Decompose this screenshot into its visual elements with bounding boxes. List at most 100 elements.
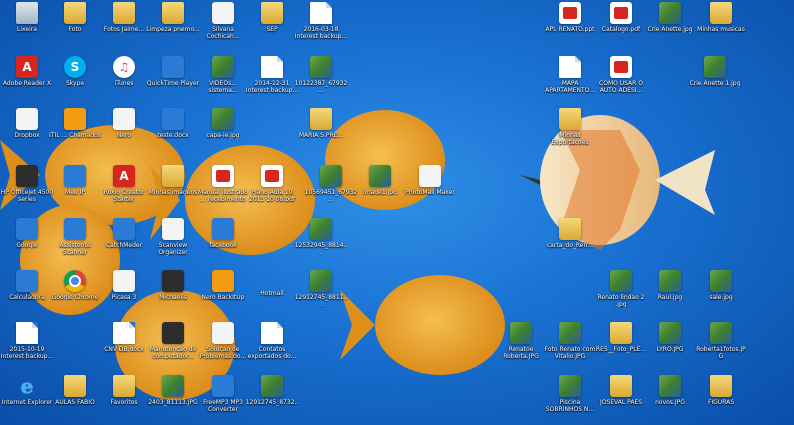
desktop-icon-aulas-fabio[interactable]: AULAS FABIO — [50, 375, 100, 406]
desktop-icon-catalogo[interactable]: Catalogo.pdf — [596, 2, 646, 33]
desktop-icon-capa[interactable]: capa-ie.jpg — [198, 108, 248, 139]
desktop-icon-josival[interactable]: JOSEVAL PAES — [596, 375, 646, 406]
desktop-icon-novos[interactable]: novos.JPG — [645, 375, 695, 406]
desktop-icon-renato-2[interactable]: Renato lindao 2 .jpg — [596, 270, 646, 308]
desktop-icon-michaelis[interactable]: Michaelis — [148, 270, 198, 301]
desktop-icon-piscina[interactable]: Piscina SOBRINHOS N... — [545, 375, 595, 413]
desktop-icon-quicktime[interactable]: QuickTime Player — [146, 56, 200, 87]
desktop-icon-figuras[interactable]: FIGURAS — [696, 375, 746, 406]
desktop-icon-freemp3[interactable]: FreeMP3 MP3 Converter — [198, 375, 248, 413]
desktop-icon-lixeira[interactable]: Lixeira — [2, 2, 52, 33]
desktop-icon-scanview[interactable]: Scanview Organizer — [148, 218, 198, 256]
desktop-icon-lyro[interactable]: LYRO.JPG — [645, 322, 695, 353]
desktop-icon-label: Assistente Scanner — [59, 242, 91, 256]
network-icon — [64, 165, 86, 187]
desktop-icon-label: 12912745_8811... — [294, 294, 348, 308]
desktop-icon-minhas-exporta[interactable]: Minhas Exportacoes — [545, 108, 595, 146]
image-icon — [310, 270, 332, 292]
folder-icon — [710, 375, 732, 397]
desktop-icon-fotos-jaime[interactable]: Fotos Jaime... — [99, 2, 149, 33]
desktop-icon-nero[interactable]: Nero — [99, 108, 149, 139]
desktop-icon-image1[interactable]: image1.jpg — [355, 165, 405, 196]
desktop-icon-label: VIDEOs... sistema... — [208, 80, 238, 94]
image-icon — [162, 375, 184, 397]
desktop-icon-label: 10569451_67932... — [304, 189, 358, 203]
folder-icon — [64, 2, 86, 24]
desktop-icon-img-2403[interactable]: 2403_81113.JPG — [148, 375, 198, 406]
desktop-icon-catchmeder[interactable]: CatchMeder — [99, 218, 149, 249]
desktop-icon-solucao[interactable]: Solucao de Problemas do... — [198, 322, 248, 360]
desktop-icon-label: CatchMeder — [105, 242, 143, 249]
desktop-icon-skype[interactable]: S Skype — [50, 56, 100, 87]
desktop-icon-word[interactable]: teste.docx — [148, 108, 198, 139]
desktop-icon-foto-renato[interactable]: Foto Renato com Vitalio.JPG — [545, 322, 595, 360]
desktop-icon-img-1022[interactable]: 10122387_67932... — [295, 56, 347, 94]
image-icon — [659, 270, 681, 292]
desktop-icon-plano[interactable]: Plano Aula 10 2013 10 08.pdf — [247, 165, 297, 203]
desktop-icon-itunes[interactable]: ♫ iTunes — [99, 56, 149, 87]
desktop-icon-como-usar[interactable]: COMO USAR O AUTO ADESI... — [596, 56, 646, 94]
folder-icon — [610, 322, 632, 344]
desktop-icon-dropbox[interactable]: Dropbox — [2, 108, 52, 139]
desktop-icon-label: QuickTime Player — [146, 80, 200, 87]
desktop-icon-manual[interactable]: Manual ilustrado ... recebimento — [198, 165, 248, 203]
document-icon — [261, 322, 283, 344]
desktop-icon-roxio[interactable]: A Roxio Creator Starter — [99, 165, 149, 203]
desktop-icon-hp[interactable]: HP Officejet 4500 series — [1, 165, 53, 203]
desktop-icon-label: facebook — [209, 242, 237, 249]
desktop-icon-img-1291[interactable]: 12912745_8811... — [294, 270, 348, 308]
desktop-icon-raul[interactable]: Raul.jpg — [645, 270, 695, 301]
desktop-icon-picasa[interactable]: Picasa 3 — [99, 270, 149, 301]
desktop-icon-minhas-imagens[interactable]: Minhas imagens — [148, 165, 198, 196]
desktop-icon-favoritos[interactable]: Favoritos — [99, 375, 149, 406]
desktop-icon-label: Foto Renato com Vitalio.JPG — [544, 346, 596, 360]
desktop-icon-scanner[interactable]: Assistente Scanner — [50, 218, 100, 256]
desktop-icon-img-1253[interactable]: 12532945_8814... — [295, 218, 347, 256]
desktop-icon-mapa[interactable]: MAPA APARTAMENTO... — [545, 56, 595, 94]
desktop-icon-crie-anette2[interactable]: Crie Anette 1.jpg — [690, 56, 740, 87]
desktop-icon-label: iTunes — [114, 80, 134, 87]
desktop-icon-minhas-musicas[interactable]: Minhas musicas — [696, 2, 746, 33]
desktop-icon-calculadora[interactable]: Calculadora — [2, 270, 52, 301]
desktop-icon-zap[interactable]: VIDEOs... sistema... — [198, 56, 248, 94]
desktop-icon-chamados[interactable]: ITIL ... Chamados — [49, 108, 101, 139]
desktop-icon-res-foto[interactable]: RES__Foto_PLE... — [596, 322, 646, 353]
desktop-icon-renato-rob[interactable]: Renatoe Roberta.JPG — [496, 322, 546, 360]
desktop-icon-ie[interactable]: Internet Explorer — [2, 375, 53, 406]
desktop-icon-label: Crie Anette 1.jpg — [689, 80, 741, 87]
desktop[interactable]: Lixeira Foto Fotos Jaime... Limpeza pnemo..… — [0, 0, 794, 425]
desktop-icon-doc-2014[interactable]: 2014-12-31 Interest backup... — [246, 56, 298, 94]
desktop-icon-meuip[interactable]: Meu IP — [50, 165, 100, 196]
image-icon — [659, 2, 681, 24]
desktop-icon-nerobackitup[interactable]: Nero BackItUp — [198, 270, 248, 301]
desktop-icon-label: Raul.jpg — [657, 294, 683, 301]
desktop-icon-doc-2016[interactable]: 2016-03-18 Interest backup... — [295, 2, 347, 40]
folder-icon — [559, 218, 581, 240]
globe-icon — [16, 218, 38, 240]
app-icon — [162, 218, 184, 240]
desktop-icon-foto[interactable]: Foto — [50, 2, 100, 33]
document-icon — [212, 2, 234, 24]
desktop-icon-crie-anette[interactable]: Crie Anette.jpg — [645, 2, 695, 33]
pdf-icon — [610, 2, 632, 24]
desktop-icon-photomail[interactable]: PhotoMail Maker — [405, 165, 455, 196]
desktop-icon-facebook[interactable]: facebook — [198, 218, 248, 249]
desktop-icon-maria-pr[interactable]: MARIA S PRE... — [296, 108, 346, 139]
desktop-icon-img-10569[interactable]: 10569451_67932... — [304, 165, 358, 203]
desktop-icon-cnvdb[interactable]: CNV-DB.docx — [99, 322, 149, 353]
desktop-icon-sale[interactable]: sale.jpg — [696, 270, 746, 301]
desktop-icon-img-1291b[interactable]: 12912745_8732... — [246, 375, 298, 413]
desktop-icon-manut[interactable]: Manutencao de computador... — [148, 322, 198, 360]
desktop-icon-limpeza[interactable]: Limpeza pnemo... — [146, 2, 200, 33]
desktop-icon-hotmail[interactable]: Hotmail — [247, 270, 297, 297]
desktop-icon-silvana[interactable]: Silvana Cochicah... Espaco Viagens... — [198, 2, 248, 40]
desktop-icon-apl-renato[interactable]: APL RENATO.ppt — [545, 2, 595, 33]
desktop-icon-sep[interactable]: SEP — [247, 2, 297, 33]
desktop-icon-adobe[interactable]: A Adobe Reader X — [2, 56, 52, 87]
desktop-icon-chrome[interactable]: Google Chrome — [50, 270, 100, 301]
desktop-icon-doc-2015[interactable]: 2015-10-19 Interest backup... — [1, 322, 53, 360]
desktop-icon-contatos[interactable]: Contatos exportados do... — [247, 322, 297, 360]
desktop-icon-carta[interactable]: carta_do_Ren... — [545, 218, 595, 249]
desktop-icon-roberta[interactable]: Roberta1fotos.JPG — [696, 322, 746, 360]
desktop-icon-google[interactable]: Google — [2, 218, 52, 249]
